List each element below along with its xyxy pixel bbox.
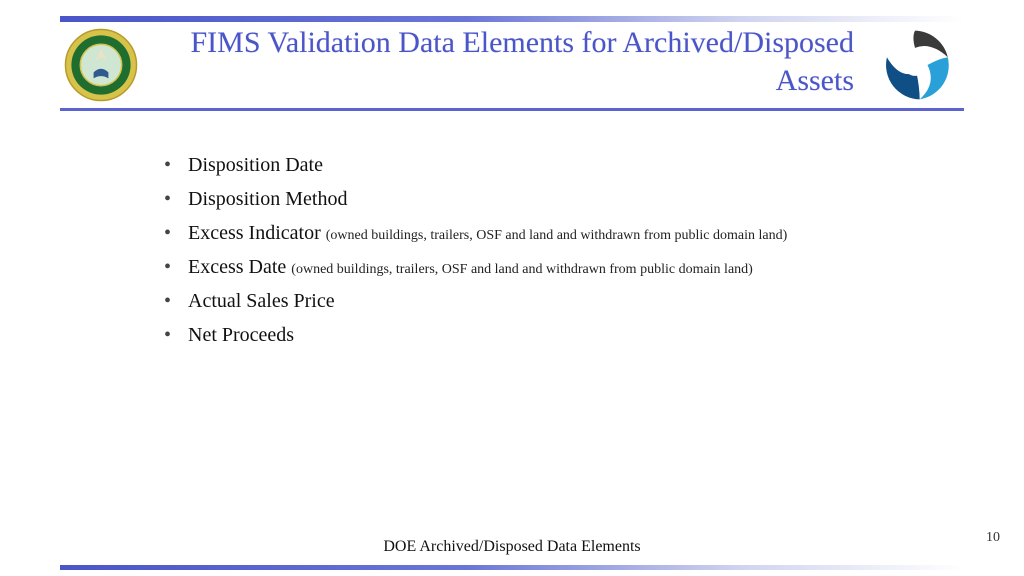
bullet-label: Disposition Date: [188, 154, 323, 176]
list-item: Excess Date (owned buildings, trailers, …: [160, 252, 944, 282]
slide-title: FIMS Validation Data Elements for Archiv…: [170, 24, 854, 99]
bullet-label: Excess Indicator: [188, 222, 321, 244]
slide: FIMS Validation Data Elements for Archiv…: [0, 0, 1024, 576]
bullet-sub: (owned buildings, trailers, OSF and land…: [326, 228, 788, 243]
bullet-label: Disposition Method: [188, 188, 347, 210]
list-item: Net Proceeds: [160, 320, 944, 350]
header-divider: [60, 108, 964, 111]
footer-bottom-bar: [60, 565, 964, 570]
list-item: Actual Sales Price: [160, 286, 944, 316]
bullet-label: Net Proceeds: [188, 324, 294, 346]
bullet-sub: (owned buildings, trailers, OSF and land…: [291, 262, 753, 277]
list-item: Disposition Method: [160, 184, 944, 214]
swoosh-logo-icon: [876, 26, 954, 104]
footer-text: DOE Archived/Disposed Data Elements: [0, 538, 1024, 556]
list-item: Disposition Date: [160, 150, 944, 180]
bullet-list: Disposition Date Disposition Method Exce…: [160, 150, 944, 354]
header-top-bar: [60, 16, 964, 22]
list-item: Excess Indicator (owned buildings, trail…: [160, 218, 944, 248]
page-number: 10: [986, 530, 1000, 546]
department-seal-icon: [64, 28, 138, 102]
bullet-label: Excess Date: [188, 256, 286, 278]
bullet-label: Actual Sales Price: [188, 290, 335, 312]
